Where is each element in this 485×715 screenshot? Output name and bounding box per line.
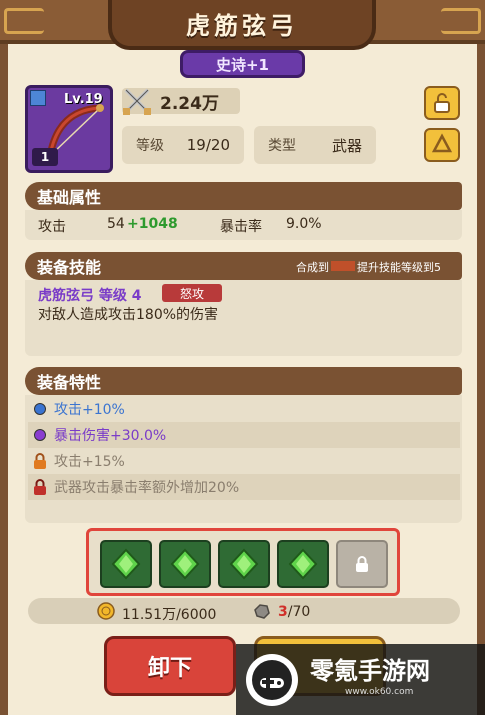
trait-row: 暴击伤害+30.0% (28, 422, 460, 448)
gem-slot[interactable] (218, 540, 270, 588)
trait-text: 攻击+15% (54, 454, 125, 470)
gem-slot[interactable] (159, 540, 211, 588)
gold-cost: 11.51万/6000 (122, 607, 217, 623)
gem-slots-panel (86, 528, 400, 596)
combat-power: 2.24万 (122, 88, 240, 115)
gem-slot[interactable] (277, 540, 329, 588)
combat-power-value: 2.24万 (160, 93, 219, 114)
type-stat: 类型 武器 (254, 126, 376, 164)
lock-icon (34, 453, 46, 469)
skill-name: 虎筋弦弓 等级 4 (38, 288, 142, 304)
type-value: 武器 (331, 136, 362, 155)
trait-row: 武器攻击暴击率额外增加20% (28, 474, 460, 500)
attack-bonus-value: +1048 (127, 216, 178, 232)
upgrade-cost-bar (28, 598, 460, 624)
green-gem-icon (170, 548, 200, 580)
gem-slot-locked[interactable] (336, 540, 388, 588)
trait-text: 攻击+10% (54, 402, 125, 418)
unequip-button[interactable]: 卸下 (104, 636, 236, 696)
recycle-icon (431, 133, 453, 153)
lock-icon (356, 556, 368, 572)
trait-row: 攻击+15% (28, 448, 460, 474)
crit-rate-value: 9.0% (286, 216, 322, 232)
crit-rate-label: 暴击率 (220, 219, 262, 235)
attack-base-value: 54 (107, 216, 125, 232)
level-value: 19/20 (186, 136, 230, 154)
rarity-badge: 史诗+1 (180, 50, 305, 78)
target-rarity-marker (331, 261, 355, 271)
stone-current: 3 (278, 604, 288, 620)
level-label: 等级 (136, 138, 164, 154)
skill-hint: 合成到 提升技能等级到5 (296, 259, 441, 275)
watermark-url: www.ok60.com (345, 687, 414, 697)
skill-hint-suffix: 提升技能等级到5 (357, 261, 441, 274)
watermark-text: 零氪手游网 (310, 657, 430, 685)
blue-dot-icon (34, 403, 46, 415)
purple-dot-icon (34, 429, 46, 441)
trait-row: 攻击+10% (28, 396, 460, 422)
skill-hint-prefix: 合成到 (296, 261, 329, 274)
item-count: 1 (32, 148, 58, 166)
stone-cost: 3/70 (278, 604, 310, 620)
trait-text: 暴击伤害+30.0% (54, 428, 167, 444)
header-decoration-left (4, 8, 44, 34)
gem-slot[interactable] (100, 540, 152, 588)
green-gem-icon (229, 548, 259, 580)
gold-coin-icon (97, 602, 115, 620)
skill-header-label: 装备技能 (37, 258, 102, 277)
green-gem-icon (111, 548, 141, 580)
lock-icon (34, 479, 46, 495)
skill-description: 对敌人造成攻击180%的伤害 (38, 307, 219, 323)
trait-text: 武器攻击暴击率额外增加20% (54, 480, 240, 496)
recycle-button[interactable] (424, 128, 460, 162)
unlock-icon (434, 93, 450, 113)
equipment-traits-header: 装备特性 (25, 367, 462, 395)
item-title: 虎筋弦弓 (108, 0, 376, 50)
lock-toggle-button[interactable] (424, 86, 460, 120)
gamepad-logo-icon (246, 654, 298, 706)
base-attributes-header: 基础属性 (25, 182, 462, 210)
stone-total: /70 (287, 604, 311, 620)
green-gem-icon (288, 548, 318, 580)
stone-icon (254, 604, 270, 619)
crossed-swords-icon (123, 88, 151, 115)
type-label: 类型 (268, 138, 296, 154)
level-stat: 等级 19/20 (122, 126, 244, 164)
item-icon-frame[interactable]: Lv.19 1 (25, 85, 113, 173)
skill-tag: 怒攻 (162, 284, 222, 302)
attack-label: 攻击 (38, 219, 66, 235)
header-decoration-right (441, 8, 481, 34)
